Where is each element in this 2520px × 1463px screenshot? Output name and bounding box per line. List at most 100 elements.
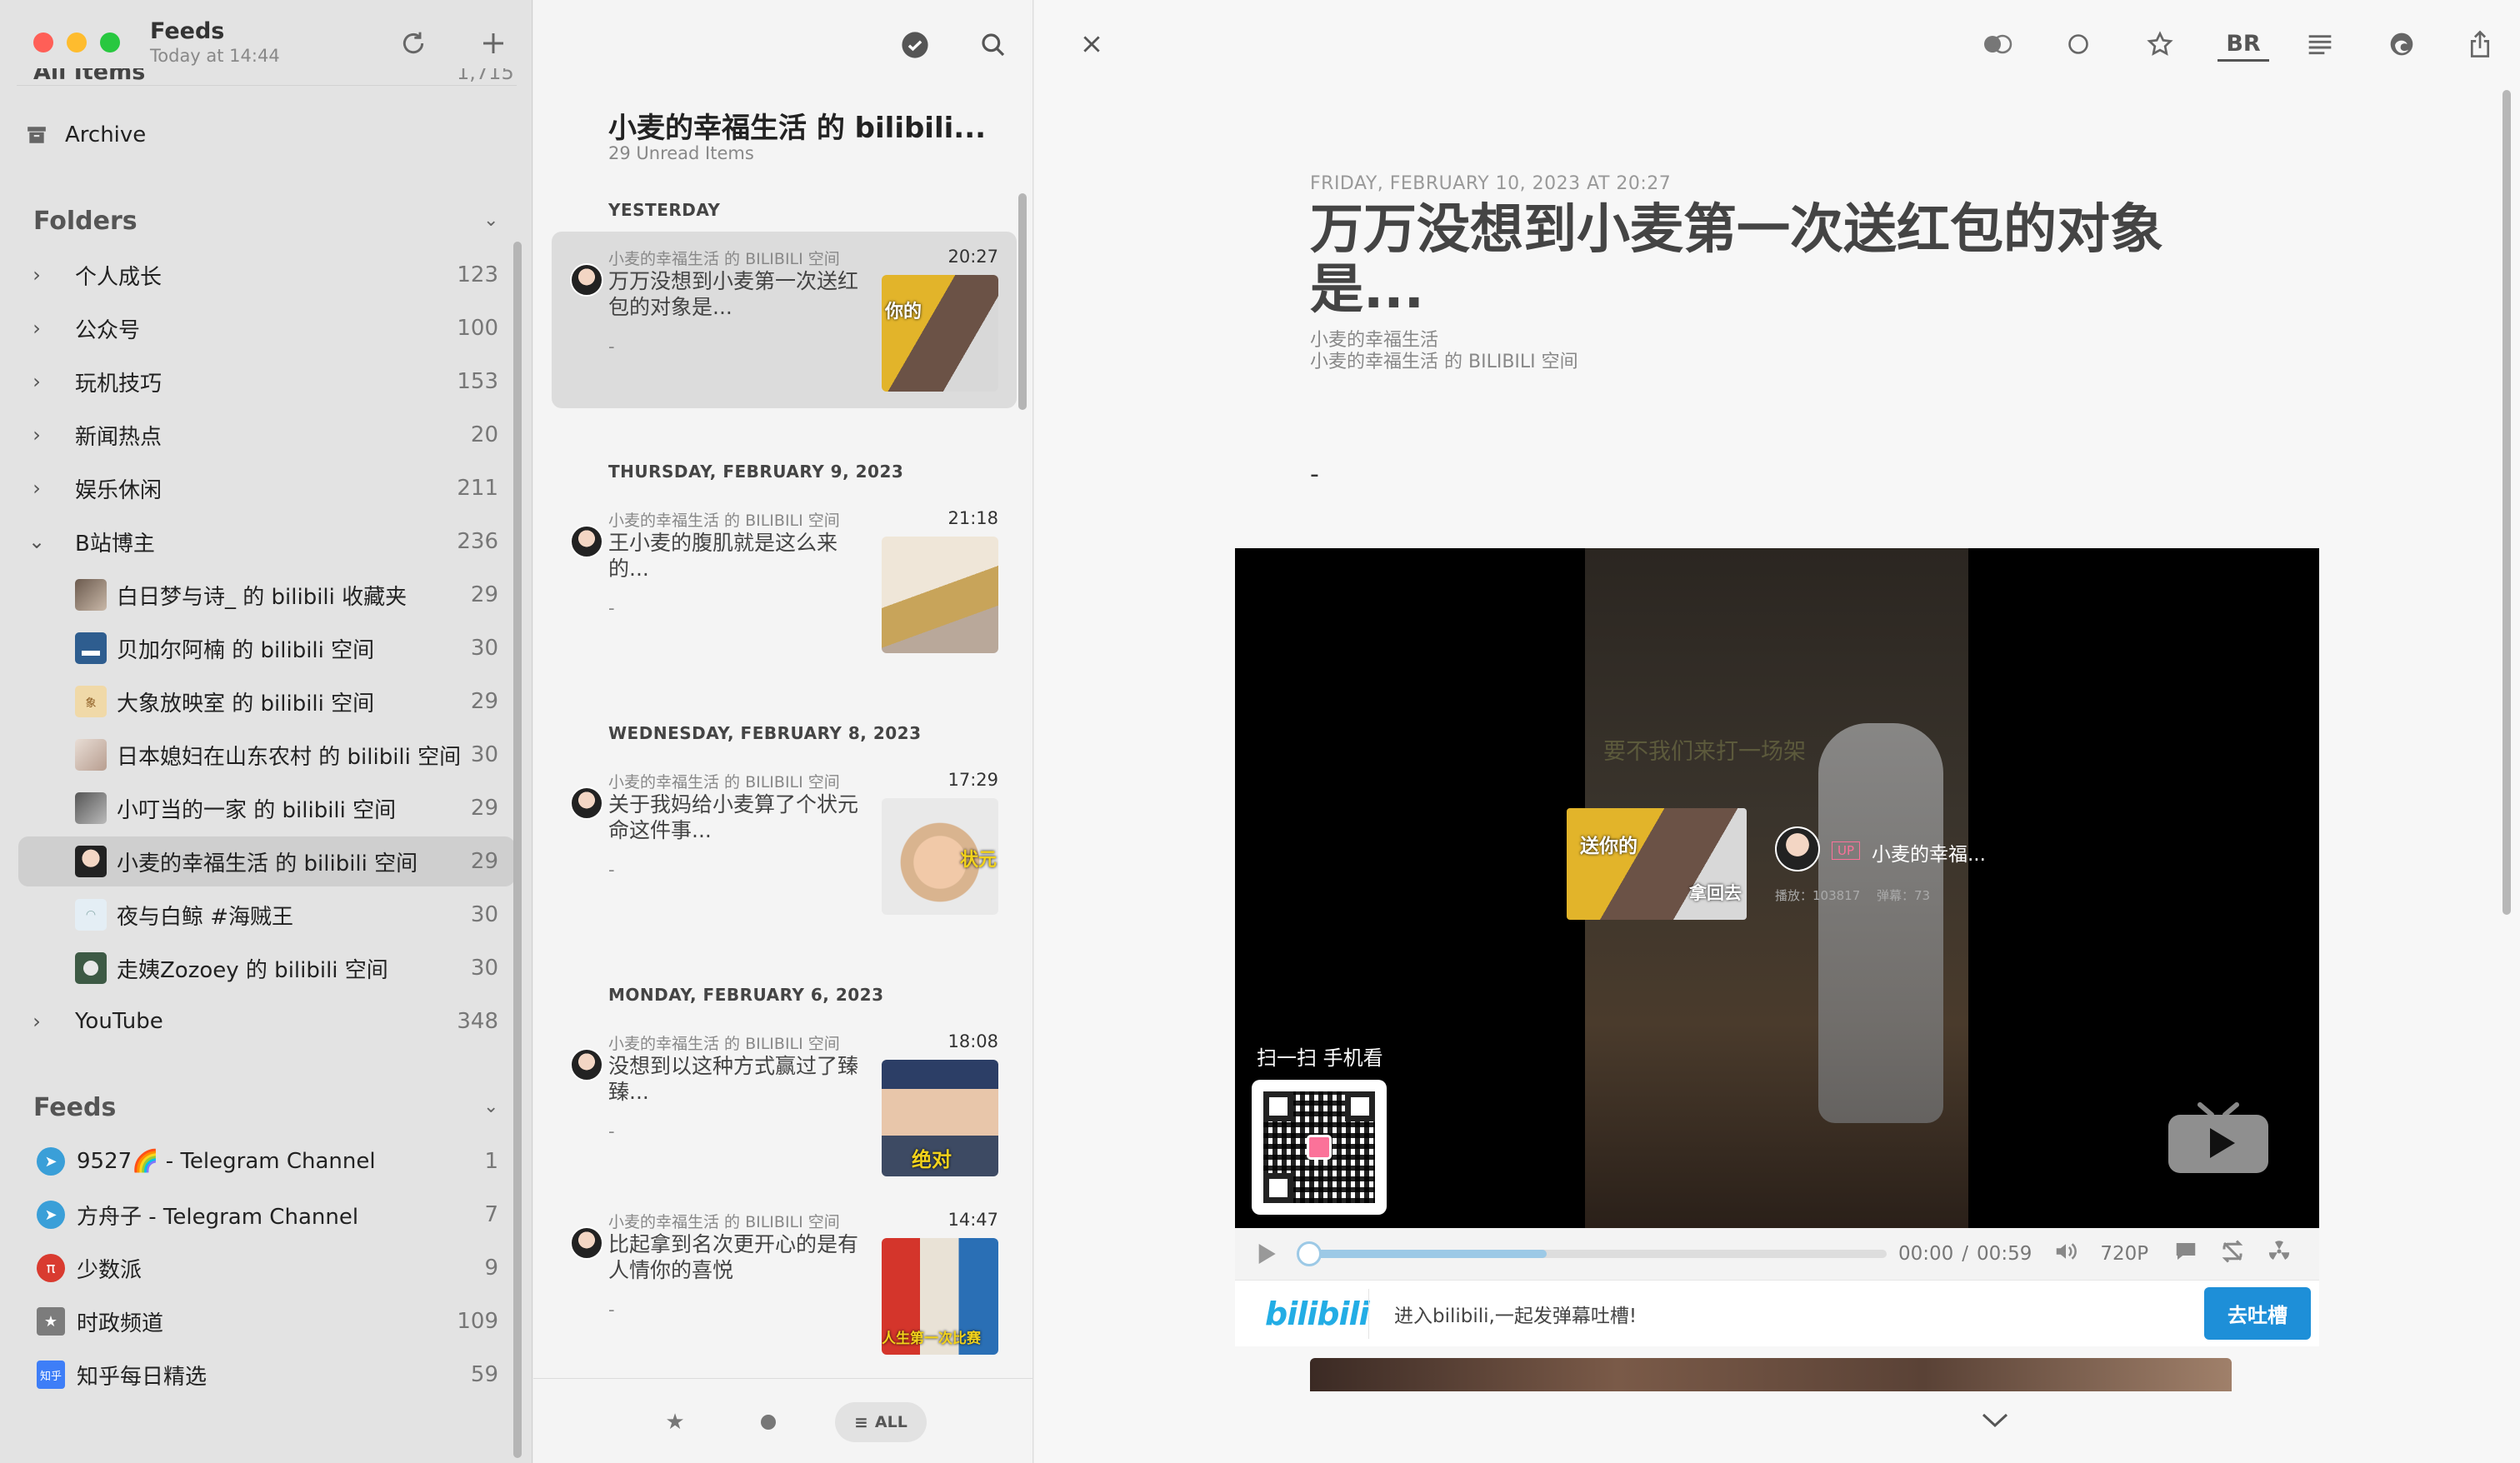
window-close-button[interactable] <box>33 32 53 52</box>
progress-handle[interactable] <box>1297 1241 1322 1266</box>
list-item[interactable]: 小麦的幸福生活 的 BILIBILI 空间 14:47 比起拿到名次更开心的是有… <box>552 1195 1017 1371</box>
feeds-header[interactable]: Feeds <box>33 1093 116 1122</box>
star-icon: ★ <box>37 1307 65 1336</box>
folder-row[interactable]: › 娱乐休闲 211 <box>18 463 515 513</box>
item-source: 小麦的幸福生活 的 BILIBILI 空间 <box>608 250 840 268</box>
chevron-right-icon[interactable]: › <box>18 263 55 287</box>
reader-view-button[interactable] <box>2301 25 2339 63</box>
starred-filter-button[interactable]: ★ <box>655 1402 695 1442</box>
close-article-button[interactable] <box>1072 25 1111 63</box>
radiation-icon <box>2268 1241 2290 1260</box>
folder-row[interactable]: › 新闻热点 20 <box>18 410 515 460</box>
feed-label: 贝加尔阿楠 的 bilibili 空间 <box>117 637 375 663</box>
progress-bar[interactable] <box>1297 1241 1887 1266</box>
mark-unread-button[interactable] <box>2059 25 2098 63</box>
item-summary: - <box>608 860 615 880</box>
scroll-down-button[interactable] <box>1974 1400 2016 1441</box>
quality-selector[interactable]: 720P <box>2100 1243 2148 1265</box>
item-thumbnail: 你的 <box>882 275 998 392</box>
sidebar-scrollbar[interactable] <box>513 242 522 1458</box>
list-item[interactable]: 小麦的幸福生活 的 BILIBILI 空间 21:18 王小麦的腹肌就是这么来的… <box>552 493 1017 670</box>
unread-count: 29 Unread Items <box>608 143 754 163</box>
bilibili-tv-play-icon[interactable] <box>2167 1100 2270 1178</box>
folder-row-expanded[interactable]: ⌄ B站博主 236 <box>18 517 515 567</box>
danmaku-button[interactable]: 去吐槽 <box>2204 1287 2311 1340</box>
list-item[interactable]: 小麦的幸福生活 的 BILIBILI 空间 20:27 万万没想到小麦第一次送红… <box>552 232 1017 408</box>
bionic-reading-button[interactable]: BR <box>2218 28 2269 62</box>
bilibili-logo[interactable]: bilibili <box>1265 1296 1370 1332</box>
danmaku-toggle-button[interactable] <box>2173 1239 2198 1269</box>
mark-all-read-button[interactable] <box>895 25 935 65</box>
chevron-right-icon[interactable]: › <box>18 370 55 393</box>
feed-row[interactable]: 日本媳妇在山东农村 的 bilibili 空间 30 <box>18 730 515 780</box>
feed-row[interactable]: ★ 时政频道 109 <box>18 1296 515 1346</box>
archive-icon <box>18 124 55 146</box>
feed-row[interactable]: 知乎 知乎每日精选 59 <box>18 1350 515 1400</box>
chevron-right-icon[interactable]: › <box>18 477 55 500</box>
feed-row[interactable]: 象大象放映室 的 bilibili 空间 29 <box>18 677 515 727</box>
feed-label: 日本媳妇在山东农村 的 bilibili 空间 <box>117 744 462 770</box>
list-item[interactable]: 小麦的幸福生活 的 BILIBILI 空间 17:29 关于我妈给小麦算了个状元… <box>552 755 1017 931</box>
item-source: 小麦的幸福生活 的 BILIBILI 空间 <box>608 1213 840 1231</box>
chevron-right-icon[interactable]: › <box>18 1010 55 1033</box>
item-thumbnail: 人生第一次比赛 <box>882 1238 998 1355</box>
feed-row[interactable]: 走姨Zozoey 的 bilibili 空间 30 <box>18 943 515 993</box>
time-separator: / <box>1962 1243 1969 1265</box>
search-button[interactable] <box>973 25 1013 65</box>
toggle-button[interactable] <box>1979 25 2018 63</box>
date-header: WEDNESDAY, FEBRUARY 8, 2023 <box>608 723 922 743</box>
add-feed-button[interactable] <box>475 25 512 62</box>
feed-row[interactable]: ◠ 夜与白鲸 #海贼王 30 <box>18 890 515 940</box>
feed-row[interactable]: 小叮当的一家 的 bilibili 空间 29 <box>18 783 515 833</box>
folder-row[interactable]: › 玩机技巧 153 <box>18 357 515 407</box>
window-zoom-button[interactable] <box>100 32 120 52</box>
player-controls: 00:00 / 00:59 720P <box>1235 1228 2319 1280</box>
all-filter-button[interactable]: ≡ ALL <box>835 1402 927 1442</box>
app-title: Feeds <box>150 18 225 44</box>
checkmark-circle-icon <box>902 32 928 58</box>
folder-row[interactable]: › 个人成长 123 <box>18 250 515 300</box>
uploader-name[interactable]: 小麦的幸福... <box>1872 838 1986 866</box>
share-button[interactable] <box>2461 25 2499 63</box>
sidebar-item-archive[interactable]: Archive <box>18 110 515 160</box>
avatar <box>570 1048 603 1081</box>
fullscreen-button[interactable] <box>2267 1239 2292 1269</box>
list-scrollbar[interactable] <box>1018 193 1027 410</box>
folder-row[interactable]: › 公众号 100 <box>18 303 515 353</box>
chevron-down-icon[interactable]: ⌄ <box>18 530 55 553</box>
loop-button[interactable] <box>2220 1239 2245 1269</box>
video-card-thumbnail[interactable]: 送你的 拿回去 <box>1567 808 1747 920</box>
star-icon: ★ <box>665 1410 685 1435</box>
chevron-down-icon[interactable]: ⌄ <box>483 1096 498 1117</box>
video-figure <box>1818 723 1943 1123</box>
refresh-button[interactable] <box>395 25 432 62</box>
reader-pane: BR FRIDAY, FEBRUARY 10, 2023 AT 20:27 万万… <box>1034 0 2520 1463</box>
all-items-label[interactable]: All Items <box>33 68 145 87</box>
chevron-down-icon[interactable]: ⌄ <box>483 210 498 231</box>
feed-row[interactable]: ➤ 9527🌈 - Telegram Channel 1 <box>18 1136 515 1186</box>
star-button[interactable] <box>2141 25 2179 63</box>
plus-icon <box>483 33 503 53</box>
feed-row[interactable]: ➤ 方舟子 - Telegram Channel 7 <box>18 1190 515 1240</box>
folders-header[interactable]: Folders <box>33 207 138 236</box>
feed-label: 大象放映室 的 bilibili 空间 <box>117 691 375 717</box>
window-minimize-button[interactable] <box>67 32 87 52</box>
chevron-right-icon[interactable]: › <box>18 317 55 340</box>
article-feed-name[interactable]: 小麦的幸福生活 的 BILIBILI 空间 <box>1310 347 1578 373</box>
play-button[interactable] <box>1253 1241 1283 1267</box>
feed-row[interactable]: π 少数派 9 <box>18 1243 515 1293</box>
video-player[interactable]: 要不我们来打一场架 送你的 拿回去 UP 小麦的幸福... 播放：103817 … <box>1235 548 2319 1228</box>
open-in-browser-button[interactable] <box>2382 25 2421 63</box>
volume-button[interactable] <box>2053 1239 2078 1269</box>
feed-row[interactable]: 贝加尔阿楠 的 bilibili 空间 30 <box>18 623 515 673</box>
folder-row[interactable]: › YouTube 348 <box>18 996 515 1046</box>
chevron-right-icon[interactable]: › <box>18 423 55 447</box>
duration: 00:59 <box>1977 1243 2032 1265</box>
unread-filter-button[interactable] <box>748 1402 788 1442</box>
list-item[interactable]: 小麦的幸福生活 的 BILIBILI 空间 18:08 没想到以这种方式赢过了臻… <box>552 1016 1017 1193</box>
folder-label: 娱乐休闲 <box>75 477 162 503</box>
feed-row[interactable]: 白日梦与诗_ 的 bilibili 收藏夹 29 <box>18 570 515 620</box>
reader-scrollbar[interactable] <box>2502 90 2511 915</box>
feed-row-selected[interactable]: 小麦的幸福生活 的 bilibili 空间 29 <box>18 836 515 886</box>
feed-label: 夜与白鲸 #海贼王 <box>117 904 294 930</box>
